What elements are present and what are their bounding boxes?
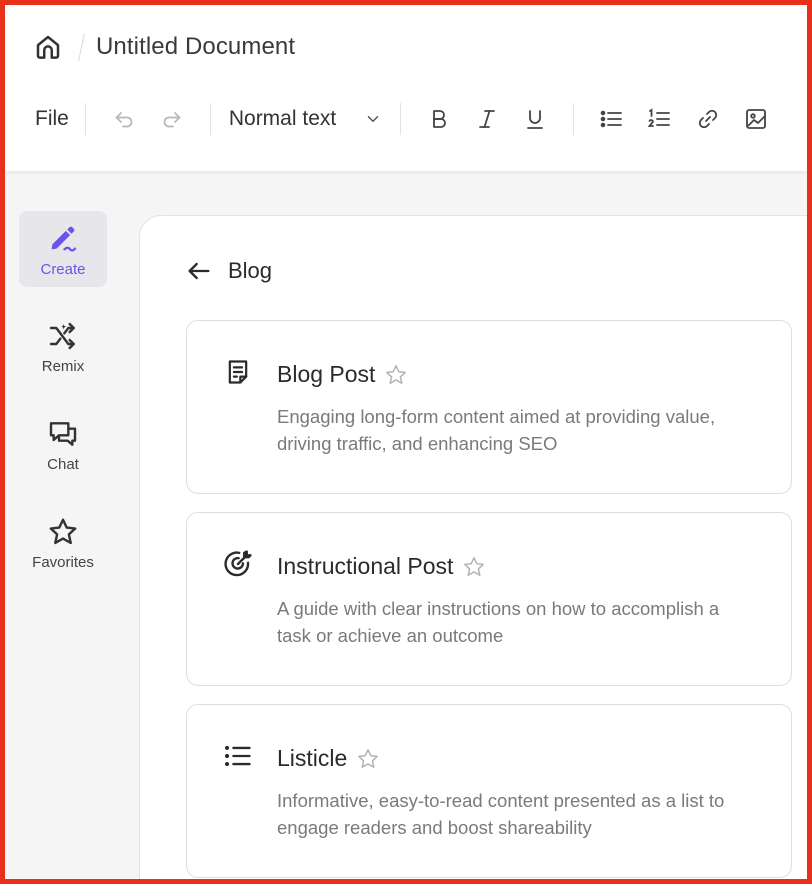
numbered-list-icon (647, 108, 671, 127)
arrow-left-icon (188, 262, 210, 280)
template-card-blog-post[interactable]: Blog Post Engaging long-form content aim… (186, 320, 792, 494)
pen-sparkle-icon (51, 226, 77, 252)
list-icon (224, 745, 251, 767)
chat-bubbles-icon (49, 421, 77, 446)
favorite-toggle[interactable] (461, 554, 487, 580)
sidebar-item-remix[interactable]: Remix (19, 309, 107, 385)
sidebar-item-favorites[interactable]: Favorites (19, 505, 107, 581)
underline-button[interactable] (516, 100, 554, 138)
sidebar-item-label: Create (40, 260, 86, 278)
file-menu[interactable]: File (33, 107, 71, 131)
card-description: Informative, easy-to-read content presen… (277, 790, 725, 838)
document-title[interactable]: Untitled Document (96, 33, 295, 61)
toolbar-divider (209, 103, 211, 135)
toolbar-divider (400, 103, 402, 135)
bulleted-list-button[interactable] (593, 100, 631, 138)
star-outline-icon (358, 748, 379, 768)
template-card-instructional-post[interactable]: Instructional Post A guide with clear in… (186, 512, 792, 686)
underline-icon (527, 110, 544, 129)
italic-button[interactable] (468, 100, 506, 138)
favorite-toggle[interactable] (383, 362, 409, 388)
shuffle-icon (49, 322, 75, 349)
template-panel: Blog Blog Post Engaging long-form conten… (139, 215, 807, 879)
insert-image-button[interactable] (737, 100, 775, 138)
star-outline-icon (386, 364, 407, 384)
toolbar-divider (573, 103, 575, 135)
template-card-listicle[interactable]: Listicle Informative, easy-to-read conte… (186, 704, 792, 878)
toolbar-divider (84, 103, 86, 135)
italic-icon (479, 110, 496, 128)
numbered-list-button[interactable] (641, 100, 679, 138)
star-outline-icon (464, 556, 485, 576)
link-button[interactable] (689, 100, 727, 138)
card-title: Instructional Post (277, 553, 454, 579)
app-window: Untitled Document File Normal text Creat… (0, 0, 812, 884)
breadcrumb-separator (78, 33, 85, 61)
home-icon (36, 35, 60, 59)
category-title: Blog (228, 258, 273, 283)
link-icon (699, 109, 718, 129)
document-icon (228, 360, 248, 384)
document-header: Untitled Document File Normal text (5, 5, 807, 171)
undo-icon (115, 112, 133, 128)
sidebar-item-label: Chat (47, 455, 79, 473)
text-style-value: Normal text (228, 107, 337, 130)
sidebar-nav: Create Remix Chat Favorites (13, 211, 109, 603)
bold-icon (433, 110, 447, 128)
chevron-down-icon (367, 116, 379, 122)
image-icon (746, 109, 767, 129)
card-title: Listicle (277, 745, 348, 771)
sidebar-item-label: Favorites (32, 553, 94, 571)
card-description: A guide with clear instructions on how t… (277, 598, 720, 646)
sidebar-item-label: Remix (41, 357, 85, 375)
redo-button[interactable] (153, 100, 191, 138)
formatting-toolbar: File Normal text (33, 97, 780, 141)
card-description: Engaging long-form content aimed at prov… (277, 406, 716, 454)
back-button[interactable]: Blog (184, 256, 272, 286)
text-style-select[interactable]: Normal text (225, 107, 386, 131)
card-title: Blog Post (277, 361, 376, 387)
breadcrumb: Untitled Document (31, 27, 295, 67)
bulleted-list-icon (600, 110, 623, 128)
bold-button[interactable] (420, 100, 458, 138)
target-icon (224, 550, 252, 577)
star-icon (49, 518, 77, 544)
undo-button[interactable] (105, 100, 143, 138)
home-button[interactable] (31, 30, 65, 64)
redo-icon (163, 112, 181, 128)
sidebar-item-create[interactable]: Create (19, 211, 107, 287)
favorite-toggle[interactable] (355, 746, 381, 772)
sidebar-item-chat[interactable]: Chat (19, 407, 107, 483)
